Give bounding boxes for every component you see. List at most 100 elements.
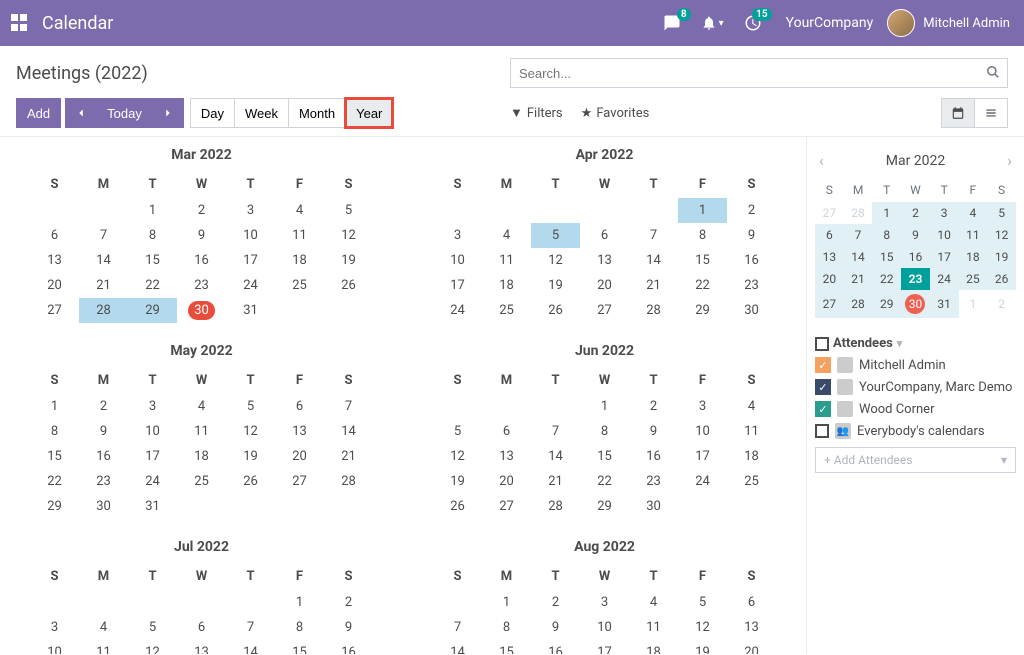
day-cell[interactable]: 18: [275, 248, 324, 273]
day-cell[interactable]: 14: [226, 640, 275, 654]
mini-day-cell[interactable]: 15: [872, 246, 901, 268]
company-selector[interactable]: YourCompany: [786, 15, 874, 31]
day-cell[interactable]: 8: [128, 223, 177, 248]
day-cell[interactable]: 30: [79, 494, 128, 519]
day-cell[interactable]: 22: [678, 273, 727, 298]
mini-day-cell[interactable]: 21: [844, 268, 873, 290]
mini-day-cell[interactable]: 8: [872, 224, 901, 246]
day-cell[interactable]: 10: [580, 615, 629, 640]
day-cell[interactable]: [678, 494, 727, 519]
day-cell[interactable]: 29: [580, 494, 629, 519]
day-cell[interactable]: 18: [177, 444, 226, 469]
next-button[interactable]: [152, 98, 184, 128]
day-cell[interactable]: 26: [433, 494, 482, 519]
day-cell[interactable]: 2: [177, 198, 226, 223]
day-cell[interactable]: [433, 394, 482, 419]
day-cell[interactable]: 12: [678, 615, 727, 640]
day-cell[interactable]: 11: [177, 419, 226, 444]
day-cell[interactable]: 6: [30, 223, 79, 248]
day-cell[interactable]: 2: [79, 394, 128, 419]
calendar-view-icon[interactable]: [941, 98, 975, 128]
day-cell[interactable]: 22: [30, 469, 79, 494]
day-cell[interactable]: 12: [324, 223, 373, 248]
day-cell[interactable]: 3: [433, 223, 482, 248]
day-cell[interactable]: 6: [580, 223, 629, 248]
mini-day-cell[interactable]: 28: [844, 290, 873, 318]
day-cell[interactable]: 27: [30, 298, 79, 323]
day-cell[interactable]: 24: [433, 298, 482, 323]
mini-day-cell[interactable]: 3: [930, 202, 959, 224]
day-cell[interactable]: 12: [226, 419, 275, 444]
mini-day-cell[interactable]: 13: [815, 246, 844, 268]
bell-icon[interactable]: ▾: [701, 15, 724, 31]
day-cell[interactable]: 8: [275, 615, 324, 640]
day-cell[interactable]: 17: [580, 640, 629, 654]
day-cell[interactable]: 9: [531, 615, 580, 640]
day-cell[interactable]: 25: [177, 469, 226, 494]
day-cell[interactable]: 9: [727, 223, 776, 248]
day-cell[interactable]: 3: [580, 590, 629, 615]
mini-day-cell[interactable]: 25: [959, 268, 988, 290]
day-cell[interactable]: 14: [531, 444, 580, 469]
mini-day-cell[interactable]: 20: [815, 268, 844, 290]
day-cell[interactable]: 4: [177, 394, 226, 419]
attendee-checkbox[interactable]: ✓: [815, 379, 831, 395]
day-cell[interactable]: 11: [727, 419, 776, 444]
day-cell[interactable]: 6: [177, 615, 226, 640]
day-cell[interactable]: 18: [629, 640, 678, 654]
day-cell[interactable]: 28: [324, 469, 373, 494]
day-cell[interactable]: 14: [324, 419, 373, 444]
day-cell[interactable]: [275, 298, 324, 323]
day-cell[interactable]: 23: [79, 469, 128, 494]
attendees-master-checkbox[interactable]: [815, 337, 829, 351]
search-input[interactable]: [510, 58, 1008, 88]
day-cell[interactable]: 15: [482, 640, 531, 654]
day-cell[interactable]: [226, 494, 275, 519]
day-cell[interactable]: 21: [79, 273, 128, 298]
day-cell[interactable]: 15: [580, 444, 629, 469]
app-brand[interactable]: Calendar: [42, 13, 113, 34]
day-cell[interactable]: 3: [30, 615, 79, 640]
day-cell[interactable]: 5: [226, 394, 275, 419]
day-cell[interactable]: [324, 494, 373, 519]
attendee-checkbox[interactable]: ✓: [815, 357, 831, 373]
day-cell[interactable]: 1: [275, 590, 324, 615]
day-cell[interactable]: 29: [30, 494, 79, 519]
mini-day-cell[interactable]: 5: [987, 202, 1016, 224]
attendee-checkbox[interactable]: ✓: [815, 401, 831, 417]
day-cell[interactable]: 15: [678, 248, 727, 273]
day-cell[interactable]: 7: [433, 615, 482, 640]
day-cell[interactable]: 2: [531, 590, 580, 615]
mini-day-cell[interactable]: 16: [901, 246, 930, 268]
day-cell[interactable]: 9: [629, 419, 678, 444]
day-cell[interactable]: 24: [678, 469, 727, 494]
mini-day-cell[interactable]: 17: [930, 246, 959, 268]
day-cell[interactable]: 10: [678, 419, 727, 444]
attendee-row[interactable]: ✓Wood Corner: [815, 401, 1016, 417]
day-cell[interactable]: 22: [128, 273, 177, 298]
day-cell[interactable]: 29: [128, 298, 177, 323]
day-cell[interactable]: 13: [727, 615, 776, 640]
day-cell[interactable]: [177, 590, 226, 615]
day-cell[interactable]: [128, 590, 177, 615]
day-cell[interactable]: 27: [580, 298, 629, 323]
day-cell[interactable]: 26: [324, 273, 373, 298]
day-cell[interactable]: 10: [128, 419, 177, 444]
prev-button[interactable]: [65, 98, 97, 128]
mini-day-cell[interactable]: 19: [987, 246, 1016, 268]
day-cell[interactable]: 5: [324, 198, 373, 223]
day-cell[interactable]: 10: [226, 223, 275, 248]
day-cell[interactable]: 20: [580, 273, 629, 298]
side-prev-month[interactable]: ‹: [815, 147, 828, 174]
day-cell[interactable]: 6: [275, 394, 324, 419]
day-cell[interactable]: 6: [727, 590, 776, 615]
day-cell[interactable]: [482, 198, 531, 223]
mini-day-cell[interactable]: 2: [987, 290, 1016, 318]
search-icon[interactable]: [986, 65, 1000, 79]
mini-day-cell[interactable]: 14: [844, 246, 873, 268]
user-menu[interactable]: Mitchell Admin: [887, 9, 1010, 37]
day-cell[interactable]: 1: [128, 198, 177, 223]
day-cell[interactable]: 20: [727, 640, 776, 654]
day-cell[interactable]: 19: [324, 248, 373, 273]
day-cell[interactable]: 3: [226, 198, 275, 223]
